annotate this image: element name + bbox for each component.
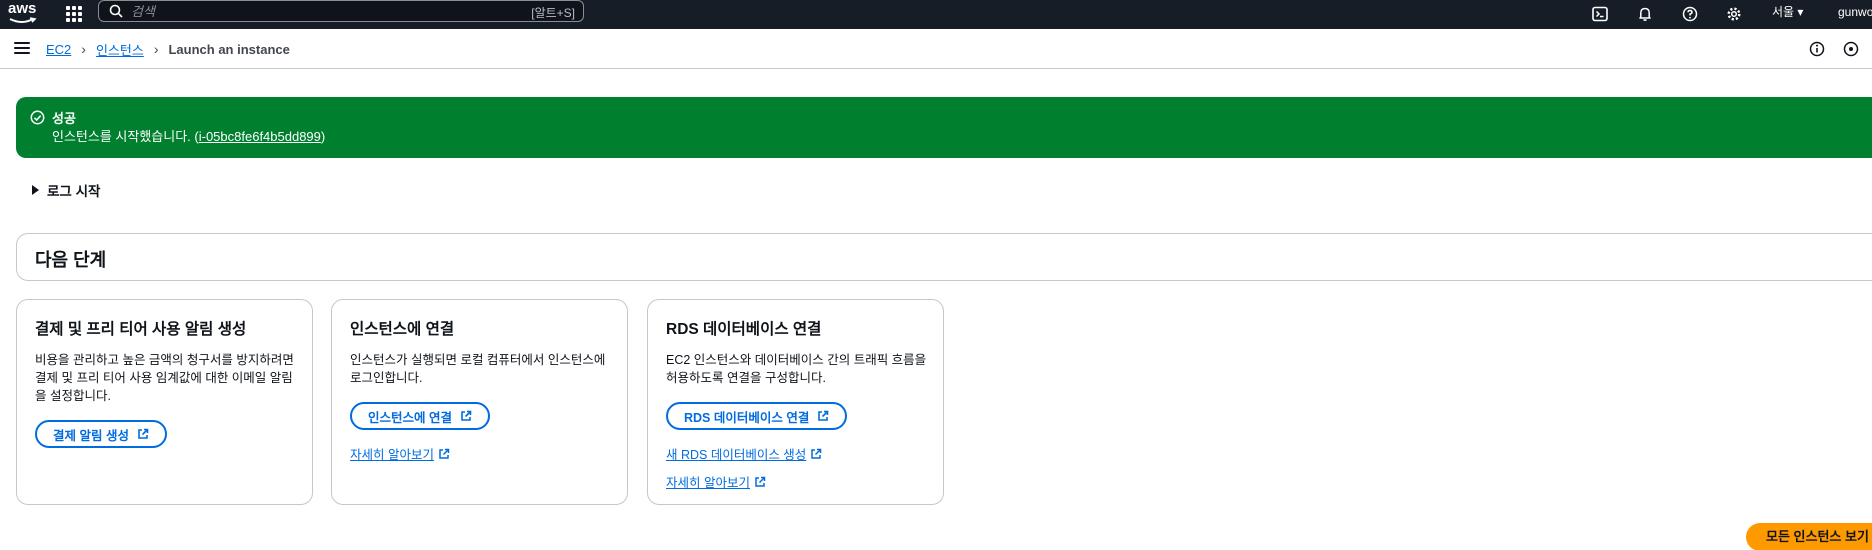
aws-logo-text: aws: [8, 0, 37, 17]
aws-smile-icon: [9, 17, 37, 23]
region-selector[interactable]: 서울 ▾: [1772, 3, 1803, 21]
button-label: 결제 알림 생성: [53, 428, 129, 443]
launch-log-label: 로그 시작: [47, 184, 101, 199]
connect-instance-button[interactable]: 인스턴스에 연결: [350, 402, 490, 430]
breadcrumb-current: Launch an instance: [168, 41, 290, 57]
card-title: 결제 및 프리 티어 사용 알림 생성: [35, 321, 247, 338]
menu-hamburger-icon[interactable]: [14, 42, 30, 54]
breadcrumb-ec2[interactable]: EC2: [46, 42, 71, 57]
help-icon[interactable]: [1679, 3, 1701, 25]
search-input[interactable]: [131, 2, 491, 20]
next-steps-header: 다음 단계: [16, 233, 1872, 281]
button-label: 인스턴스에 연결: [368, 410, 452, 425]
external-link-icon: [439, 448, 450, 459]
success-flash: 성공 인스턴스를 시작했습니다. (i-05bc8fe6f4b5dd899): [16, 97, 1872, 158]
button-label: RDS 데이터베이스 연결: [684, 410, 810, 425]
external-link-icon: [811, 448, 822, 459]
info-icon[interactable]: [1808, 40, 1826, 58]
create-billing-alert-button[interactable]: 결제 알림 생성: [35, 420, 167, 448]
flash-message-text: 인스턴스를 시작했습니다. (: [52, 129, 199, 144]
launch-log-toggle[interactable]: 로그 시작: [32, 180, 100, 200]
aws-logo[interactable]: aws: [8, 0, 40, 26]
billing-alert-card: 결제 및 프리 티어 사용 알림 생성 비용을 관리하고 높은 금액의 청구서를…: [16, 299, 313, 505]
external-link-icon: [818, 410, 829, 421]
learn-more-link[interactable]: 자세히 알아보기: [350, 444, 450, 463]
connect-rds-button[interactable]: RDS 데이터베이스 연결: [666, 402, 848, 430]
link-label: 자세히 알아보기: [666, 476, 750, 490]
instance-id-link[interactable]: i-05bc8fe6f4b5dd899: [199, 129, 321, 144]
external-link-icon: [755, 476, 766, 487]
breadcrumb-bar: EC2 › 인스턴스 › Launch an instance: [0, 29, 1872, 69]
search-box[interactable]: [알트+S]: [98, 0, 584, 22]
card-description: EC2 인스턴스와 데이터베이스 간의 트래픽 흐름을 허용하도록 연결을 구성…: [666, 353, 927, 385]
settings-gear-icon[interactable]: [1723, 3, 1745, 25]
caret-right-icon: [32, 185, 39, 195]
search-icon: [109, 4, 123, 18]
account-menu[interactable]: gunwo: [1838, 3, 1872, 21]
create-rds-link[interactable]: 새 RDS 데이터베이스 생성: [666, 444, 822, 463]
connect-instance-card: 인스턴스에 연결 인스턴스가 실행되면 로컬 컴퓨터에서 인스턴스에 로그인합니…: [331, 299, 628, 505]
cloudshell-icon[interactable]: [1589, 3, 1611, 25]
services-grid-icon[interactable]: [66, 4, 84, 24]
next-steps-title: 다음 단계: [35, 250, 107, 270]
recent-activity-icon[interactable]: [1842, 40, 1860, 58]
flash-message: 인스턴스를 시작했습니다. (i-05bc8fe6f4b5dd899): [52, 126, 325, 145]
breadcrumb: EC2 › 인스턴스 › Launch an instance: [46, 39, 290, 59]
search-shortcut: [알트+S]: [531, 6, 575, 20]
view-all-instances-button[interactable]: 모든 인스턴스 보기: [1746, 523, 1872, 550]
flash-message-suffix: ): [320, 129, 326, 144]
top-navigation: aws [알트+S] 서울 ▾ gunwo: [0, 0, 1872, 29]
external-link-icon: [461, 410, 472, 421]
card-title: RDS 데이터베이스 연결: [666, 321, 822, 338]
breadcrumb-instances[interactable]: 인스턴스: [96, 40, 144, 59]
rds-connect-card: RDS 데이터베이스 연결 EC2 인스턴스와 데이터베이스 간의 트래픽 흐름…: [647, 299, 944, 505]
learn-more-link[interactable]: 자세히 알아보기: [666, 472, 766, 491]
chevron-right-icon: ›: [153, 41, 159, 57]
success-check-icon: [30, 110, 45, 125]
card-description: 비용을 관리하고 높은 금액의 청구서를 방지하려면 결제 및 프리 티어 사용…: [35, 353, 294, 403]
link-label: 새 RDS 데이터베이스 생성: [666, 448, 807, 462]
link-label: 자세히 알아보기: [350, 448, 434, 462]
flash-title: 성공: [52, 111, 76, 126]
chevron-right-icon: ›: [81, 41, 86, 57]
card-description: 인스턴스가 실행되면 로컬 컴퓨터에서 인스턴스에 로그인합니다.: [350, 353, 606, 385]
card-title: 인스턴스에 연결: [350, 321, 455, 338]
notifications-bell-icon[interactable]: [1634, 3, 1656, 25]
external-link-icon: [138, 428, 149, 439]
